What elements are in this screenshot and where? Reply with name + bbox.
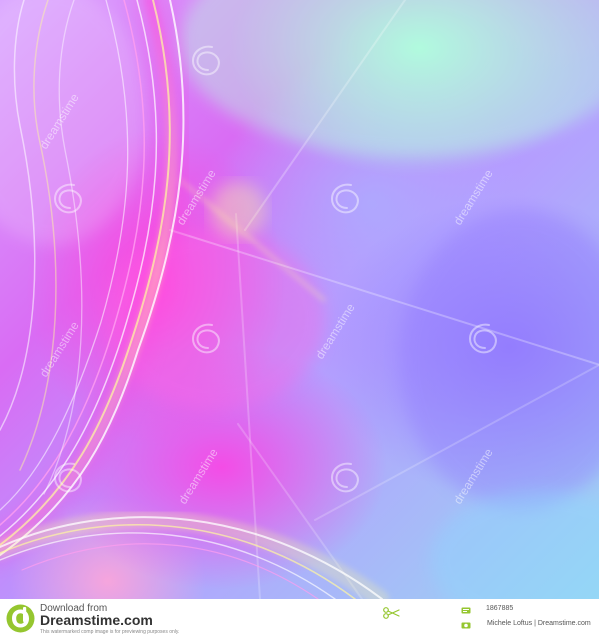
starburst-glow <box>210 182 266 238</box>
comp-image-notice: This watermarked comp image is for previ… <box>40 629 180 635</box>
image-id: 1867885 <box>486 605 514 612</box>
stock-image-preview: dreamstime dreamstime dreamstime dreamst… <box>0 0 599 640</box>
bottom-blue-glow <box>430 490 599 599</box>
dreamstime-logo-icon <box>6 604 35 633</box>
scissors-icon <box>383 607 400 619</box>
image-credit: Michele Loftus | Dreamstime.com <box>487 620 591 627</box>
dreamstime-brand-link[interactable]: Dreamstime.com <box>40 613 153 628</box>
watermark-spiral-icon <box>330 462 359 493</box>
watermark-text: dreamstime <box>176 446 221 507</box>
image-id-icon <box>461 607 471 614</box>
abstract-pastel-artwork: dreamstime dreamstime dreamstime dreamst… <box>0 0 599 599</box>
artwork-layer: dreamstime dreamstime dreamstime dreamst… <box>0 0 599 599</box>
watermark-text: dreamstime <box>37 319 82 380</box>
credit-icon <box>461 622 471 629</box>
bottom-ribbon-glow <box>0 510 389 599</box>
right-violet-glow <box>400 210 599 510</box>
watermark-spiral-icon <box>330 183 359 214</box>
dreamstime-footer: Download from Dreamstime.com This waterm… <box>0 599 599 640</box>
